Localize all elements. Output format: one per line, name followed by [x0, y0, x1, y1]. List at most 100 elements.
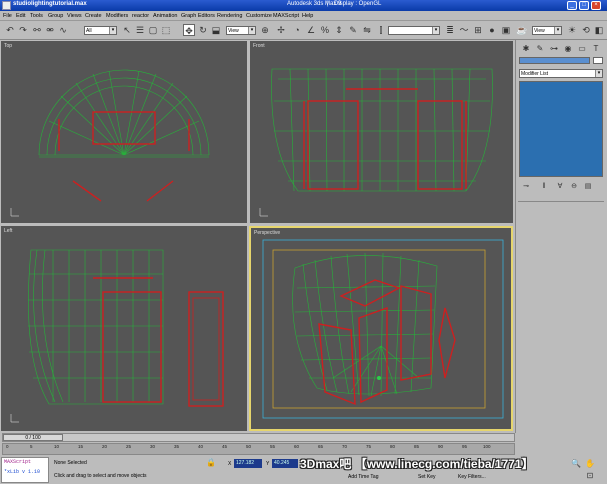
reference-coordinate-dropdown[interactable]: View ▾ — [226, 26, 256, 35]
bind-spacewarp-icon[interactable]: ∿ — [57, 24, 69, 36]
x-coordinate-field[interactable]: 127.182 — [234, 459, 262, 468]
viewport-left[interactable]: Left — [1, 226, 247, 431]
menu-file[interactable]: File — [3, 13, 12, 19]
align-icon[interactable]: ⫿ — [375, 24, 387, 36]
tick-label: 60 — [294, 444, 300, 449]
unlink-icon[interactable]: ⚮ — [44, 24, 56, 36]
create-tab-icon[interactable]: ✱ — [520, 43, 532, 55]
add-time-tag-button[interactable]: Add Time Tag — [348, 474, 378, 480]
track-bar[interactable]: 0 5 10 15 20 25 30 35 40 45 50 55 60 65 … — [2, 443, 515, 455]
render-setup-icon[interactable]: ▣ — [500, 24, 512, 36]
viewport-top[interactable]: Top — [1, 41, 247, 223]
rectangular-selection-icon[interactable]: ▢ — [147, 24, 159, 36]
percent-snap-icon[interactable]: % — [319, 24, 331, 36]
menu-edit[interactable]: Edit — [16, 13, 25, 19]
tick-label: 0 — [6, 444, 9, 449]
hierarchy-tab-icon[interactable]: ⊶ — [548, 43, 560, 55]
app-icon — [2, 1, 11, 10]
angle-snap-icon[interactable]: ∠ — [305, 24, 317, 36]
remove-modifier-icon[interactable]: ⊖ — [569, 182, 579, 192]
utilities-tab-icon[interactable]: T — [590, 43, 602, 55]
menu-views[interactable]: Views — [67, 13, 82, 19]
mirror-icon[interactable]: ⇋ — [361, 24, 373, 36]
selection-filter-dropdown[interactable]: All ▾ — [84, 26, 117, 35]
render-production-icon[interactable]: ☀ — [566, 24, 578, 36]
lock-selection-icon[interactable]: 🔒 — [205, 457, 217, 469]
configure-sets-icon[interactable]: ▤ — [583, 182, 593, 192]
material-editor-icon[interactable]: ● — [486, 24, 498, 36]
prompt-line: Click and drag to select and move object… — [54, 473, 147, 479]
curve-editor-icon[interactable]: 〜 — [458, 24, 470, 36]
tick-label: 100 — [483, 444, 491, 449]
maximize-button[interactable]: □ — [579, 1, 589, 10]
render-last-icon[interactable]: ⟲ — [580, 24, 592, 36]
zoom-icon[interactable]: 🔍 — [570, 458, 582, 470]
object-name-field[interactable] — [519, 57, 590, 64]
pin-stack-icon[interactable]: ⊸ — [521, 182, 531, 192]
menu-rendering[interactable]: Rendering — [217, 13, 242, 19]
chevron-down-icon: ▾ — [432, 27, 439, 34]
maximize-viewport-icon[interactable]: ⊡ — [584, 470, 596, 482]
menu-modifiers[interactable]: Modifiers — [106, 13, 128, 19]
tick-label: 25 — [126, 444, 132, 449]
panel-divider — [518, 201, 604, 202]
quick-render-icon[interactable]: ☕ — [516, 24, 528, 36]
window-crossing-icon[interactable]: ⬚ — [160, 24, 172, 36]
render-type-dropdown[interactable]: View ▾ — [532, 26, 562, 35]
menu-group[interactable]: Group — [48, 13, 63, 19]
key-filters-button[interactable]: Key Filters... — [458, 474, 486, 480]
select-manipulate-icon[interactable]: ✢ — [275, 24, 287, 36]
set-key-button[interactable]: Set Key — [418, 474, 436, 480]
menu-graph-editors[interactable]: Graph Editors — [181, 13, 215, 19]
command-panel: ✱ ✎ ⊶ ◉ ▭ T Modifier List ▾ ⊸ ‖ ∀ ⊖ ▤ — [515, 40, 607, 433]
make-unique-icon[interactable]: ∀ — [555, 182, 565, 192]
menu-help[interactable]: Help — [302, 13, 313, 19]
show-end-result-icon[interactable]: ‖ — [539, 182, 549, 192]
undo-icon[interactable]: ↶ — [4, 24, 16, 36]
named-selection-dropdown[interactable]: ▾ — [388, 26, 440, 35]
select-rotate-icon[interactable]: ↻ — [197, 24, 209, 36]
title-separator: | — [327, 1, 329, 7]
menu-tools[interactable]: Tools — [30, 13, 43, 19]
perspective-view-wireframe — [262, 239, 504, 419]
time-slider[interactable]: 0 / 100 — [2, 433, 515, 442]
select-object-icon[interactable]: ↖ — [121, 24, 133, 36]
menu-maxscript[interactable]: MAXScript — [273, 13, 299, 19]
select-link-icon[interactable]: ⚯ — [31, 24, 43, 36]
modifier-list-dropdown[interactable]: Modifier List ▾ — [519, 69, 603, 78]
viewport-area: Top Front Left Perspective — [0, 40, 515, 433]
y-coordinate-field[interactable]: 40.245 — [272, 459, 298, 468]
layer-manager-icon[interactable]: ≣ — [444, 24, 456, 36]
close-button[interactable]: × — [591, 1, 601, 10]
minimize-button[interactable]: _ — [567, 1, 577, 10]
menu-create[interactable]: Create — [85, 13, 102, 19]
maxscript-listener[interactable]: MAXScript *xLib v 1.10 — [1, 457, 49, 483]
select-scale-icon[interactable]: ⬓ — [210, 24, 222, 36]
pivot-point-icon[interactable]: ⊕ — [259, 24, 271, 36]
edit-named-selection-icon[interactable]: ✎ — [347, 24, 359, 36]
chevron-down-icon: ▾ — [595, 70, 602, 77]
snaps-toggle-icon[interactable]: ◔ — [291, 24, 303, 36]
y-label: Y — [266, 461, 270, 467]
schematic-view-icon[interactable]: ⊞ — [472, 24, 484, 36]
modify-tab-icon[interactable]: ✎ — [534, 43, 546, 55]
chevron-down-icon: ▾ — [554, 27, 561, 34]
time-slider-thumb[interactable]: 0 / 100 — [3, 434, 63, 441]
menu-animation[interactable]: Animation — [153, 13, 177, 19]
viewport-perspective[interactable]: Perspective — [249, 226, 513, 431]
menu-reactor[interactable]: reactor — [132, 13, 149, 19]
viewport-front[interactable]: Front — [250, 41, 513, 223]
motion-tab-icon[interactable]: ◉ — [562, 43, 574, 55]
pan-icon[interactable]: ✋ — [584, 458, 596, 470]
redo-icon[interactable]: ↷ — [17, 24, 29, 36]
modifier-stack[interactable] — [519, 81, 603, 177]
menu-customize[interactable]: Customize — [246, 13, 272, 19]
tick-label: 75 — [366, 444, 372, 449]
select-move-icon[interactable]: ✥ — [183, 24, 195, 36]
activeshade-icon[interactable]: ◧ — [593, 24, 605, 36]
spinner-snap-icon[interactable]: ⇕ — [333, 24, 345, 36]
chevron-down-icon: ▾ — [109, 27, 116, 34]
display-tab-icon[interactable]: ▭ — [576, 43, 588, 55]
object-color-swatch[interactable] — [593, 57, 603, 64]
select-by-name-icon[interactable]: ☰ — [134, 24, 146, 36]
